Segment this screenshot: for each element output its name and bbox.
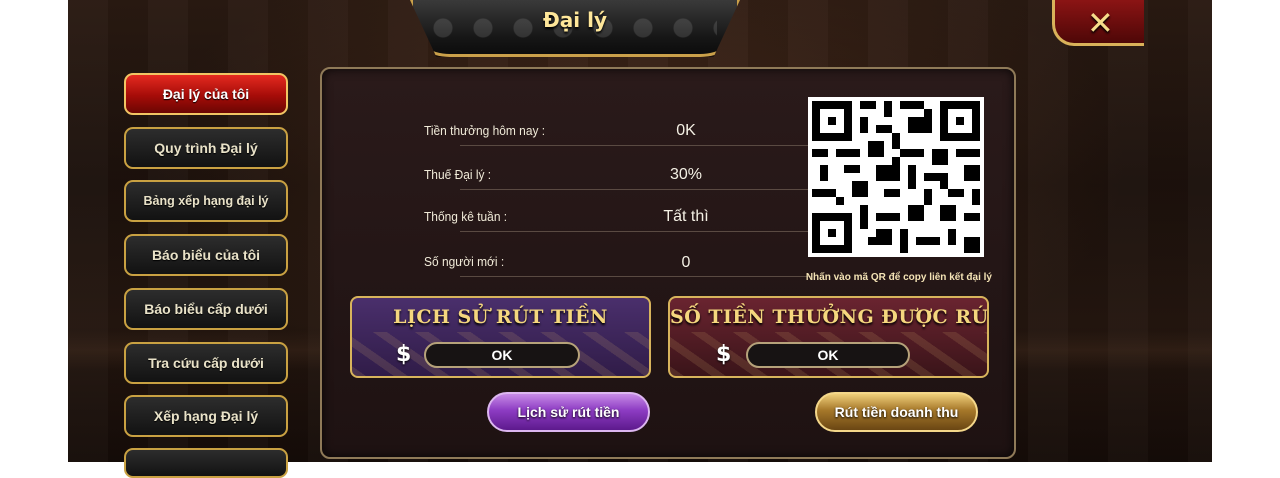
dollar-icon: $ — [396, 342, 412, 367]
sidebar-item-label: Quy trình Đại lý — [154, 140, 258, 156]
row-divider — [460, 145, 812, 146]
withdraw-history-card: LỊCH SỬ RÚT TIỀN $ OK — [350, 296, 651, 378]
sidebar-item-label: Đại lý của tôi — [162, 86, 250, 102]
qr-code[interactable] — [808, 97, 984, 257]
sidebar-item-xep-hang-dai-ly[interactable]: Xếp hạng Đại lý — [124, 395, 288, 437]
sidebar-item-label: Báo biểu của tôi — [151, 247, 261, 263]
new-users-label: Số người mới : — [424, 254, 505, 269]
withdraw-history-button[interactable]: Lịch sử rút tiền — [487, 392, 650, 432]
close-button[interactable]: ✕ — [1052, 0, 1144, 46]
sidebar-item-tra-cuu-cap-duoi[interactable]: Tra cứu cấp dưới — [124, 342, 288, 384]
row-divider — [460, 231, 812, 232]
weekly-stats-label: Thống kê tuần : — [424, 209, 508, 224]
agent-tax-value: 30% — [669, 166, 703, 183]
today-bonus-value: 0K — [676, 122, 696, 139]
withdraw-history-button-label: Lịch sử rút tiền — [517, 404, 620, 420]
dollar-icon: $ — [716, 342, 732, 367]
sidebar-item-bang-xep-hang-dai-ly[interactable]: Bảng xếp hạng đại lý — [124, 180, 288, 222]
title-plate: Đại lý — [410, 0, 740, 57]
qr-hint-text: Nhấn vào mã QR để copy liên kết đại lý — [805, 272, 992, 283]
sidebar-item-partial[interactable] — [124, 448, 288, 478]
weekly-stats-value: Tất thì — [663, 208, 709, 225]
withdraw-history-value: OK — [424, 342, 580, 368]
close-icon: ✕ — [1087, 4, 1114, 42]
sidebar-item-quy-trinh-dai-ly[interactable]: Quy trình Đại lý — [124, 127, 288, 169]
qr-code-icon — [812, 101, 980, 253]
sidebar-item-bao-bieu-cap-duoi[interactable]: Báo biểu cấp dưới — [124, 288, 288, 330]
today-bonus-label: Tiền thưởng hôm nay : — [424, 123, 546, 138]
sidebar-item-label: Tra cứu cấp dưới — [148, 355, 264, 371]
withdraw-revenue-button[interactable]: Rút tiền doanh thu — [815, 392, 978, 432]
withdrawable-bonus-card: SỐ TIỀN THƯỞNG ĐƯỢC RÚT $ OK — [668, 296, 989, 378]
withdrawable-bonus-title: SỐ TIỀN THƯỞNG ĐƯỢC RÚT — [670, 306, 989, 328]
sidebar-item-bao-bieu-cua-toi[interactable]: Báo biểu của tôi — [124, 234, 288, 276]
sidebar-item-dai-ly-cua-toi[interactable]: Đại lý của tôi — [124, 73, 288, 115]
page-title: Đại lý — [543, 8, 607, 32]
row-divider — [460, 189, 812, 190]
agent-tax-label: Thuế Đại lý : — [424, 167, 492, 182]
withdraw-revenue-button-label: Rút tiền doanh thu — [834, 404, 959, 420]
sidebar-item-label: Bảng xếp hạng đại lý — [143, 194, 269, 208]
sidebar-item-label: Báo biểu cấp dưới — [144, 301, 268, 317]
withdrawable-bonus-value: OK — [746, 342, 910, 368]
sidebar-item-label: Xếp hạng Đại lý — [153, 408, 259, 424]
new-users-value: 0 — [681, 254, 691, 271]
withdraw-history-title: LỊCH SỬ RÚT TIỀN — [393, 306, 608, 328]
